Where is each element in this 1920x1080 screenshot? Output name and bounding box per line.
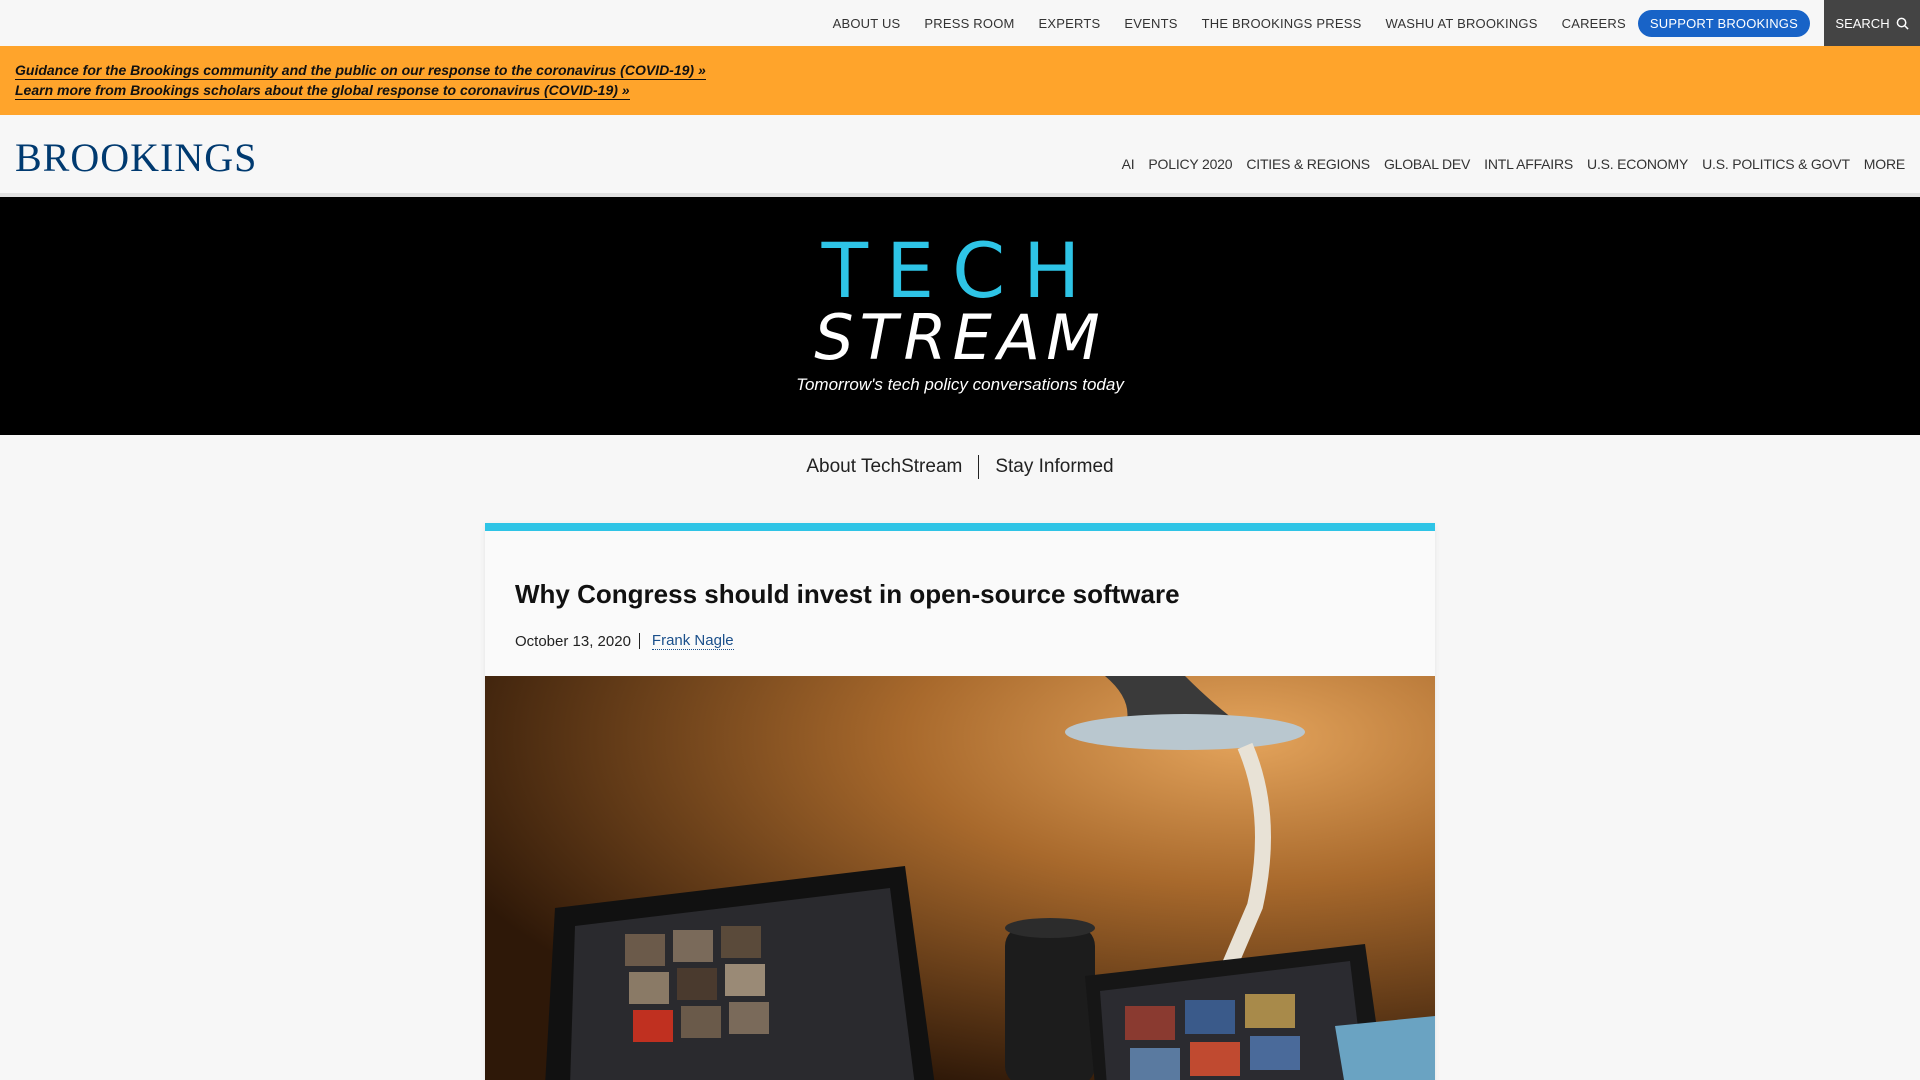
meta-divider bbox=[638, 633, 640, 649]
utility-link-experts[interactable]: EXPERTS bbox=[1027, 16, 1113, 31]
section-link-policy-2020[interactable]: POLICY 2020 bbox=[1141, 156, 1239, 172]
lamp-light bbox=[1065, 714, 1305, 750]
search-label: SEARCH bbox=[1835, 15, 1890, 31]
about-techstream-link[interactable]: About TechStream bbox=[790, 456, 978, 478]
hero-illustration bbox=[485, 676, 1435, 1080]
article-title: Why Congress should invest in open-sourc… bbox=[515, 579, 1180, 609]
techstream-logo[interactable]: TECH STREAM bbox=[810, 231, 1110, 361]
utility-link-press-room[interactable]: PRESS ROOM bbox=[912, 16, 1026, 31]
support-brookings-button[interactable]: SUPPORT BROOKINGS bbox=[1637, 9, 1810, 37]
author-link[interactable]: Frank Nagle bbox=[651, 632, 734, 650]
alert-link-guidance[interactable]: Guidance for the Brookings community and… bbox=[15, 62, 706, 80]
utility-link-careers[interactable]: CAREERS bbox=[1550, 16, 1638, 31]
section-nav: AI POLICY 2020 CITIES & REGIONS GLOBAL D… bbox=[1115, 156, 1906, 172]
utility-link-washu[interactable]: WASHU AT BROOKINGS bbox=[1373, 16, 1549, 31]
section-link-ai[interactable]: AI bbox=[1115, 156, 1142, 172]
utility-link-events[interactable]: EVENTS bbox=[1112, 16, 1189, 31]
brookings-logo[interactable]: BROOKINGS bbox=[15, 134, 257, 181]
utility-bar: ABOUT US PRESS ROOM EXPERTS EVENTS THE B… bbox=[0, 0, 1920, 46]
section-link-intl-affairs[interactable]: INTL AFFAIRS bbox=[1477, 156, 1580, 172]
techstream-subnav: About TechStream Stay Informed bbox=[0, 435, 1920, 499]
utility-link-about-us[interactable]: ABOUT US bbox=[821, 16, 913, 31]
alert-link-learn-more[interactable]: Learn more from Brookings scholars about… bbox=[15, 82, 630, 100]
covid-alert-bar: Guidance for the Brookings community and… bbox=[0, 46, 1920, 115]
techstream-tagline: Tomorrow's tech policy conversations tod… bbox=[796, 375, 1124, 394]
section-link-us-economy[interactable]: U.S. ECONOMY bbox=[1580, 156, 1695, 172]
section-link-cities-regions[interactable]: CITIES & REGIONS bbox=[1239, 156, 1377, 172]
section-link-global-dev[interactable]: GLOBAL DEV bbox=[1377, 156, 1477, 172]
search-icon bbox=[1896, 17, 1909, 30]
techstream-logo-stream: STREAM bbox=[814, 301, 1105, 361]
techstream-banner: TECH STREAM Tomorrow's tech policy conve… bbox=[0, 197, 1920, 435]
utility-link-brookings-press[interactable]: THE BROOKINGS PRESS bbox=[1190, 16, 1374, 31]
utility-nav: ABOUT US PRESS ROOM EXPERTS EVENTS THE B… bbox=[821, 0, 1824, 46]
stay-informed-link[interactable]: Stay Informed bbox=[979, 456, 1129, 478]
article-date: October 13, 2020 bbox=[515, 632, 631, 650]
main-header: BROOKINGS AI POLICY 2020 CITIES & REGION… bbox=[0, 115, 1920, 197]
article-hero-image bbox=[485, 676, 1435, 1080]
article-card: Why Congress should invest in open-sourc… bbox=[485, 523, 1435, 1080]
article-meta: October 13, 2020 Frank Nagle bbox=[515, 632, 1405, 650]
search-button[interactable]: SEARCH bbox=[1824, 0, 1920, 46]
section-link-us-politics[interactable]: U.S. POLITICS & GOVT bbox=[1695, 156, 1857, 172]
article-header: Why Congress should invest in open-sourc… bbox=[485, 531, 1435, 676]
section-link-more[interactable]: MORE bbox=[1857, 156, 1905, 172]
